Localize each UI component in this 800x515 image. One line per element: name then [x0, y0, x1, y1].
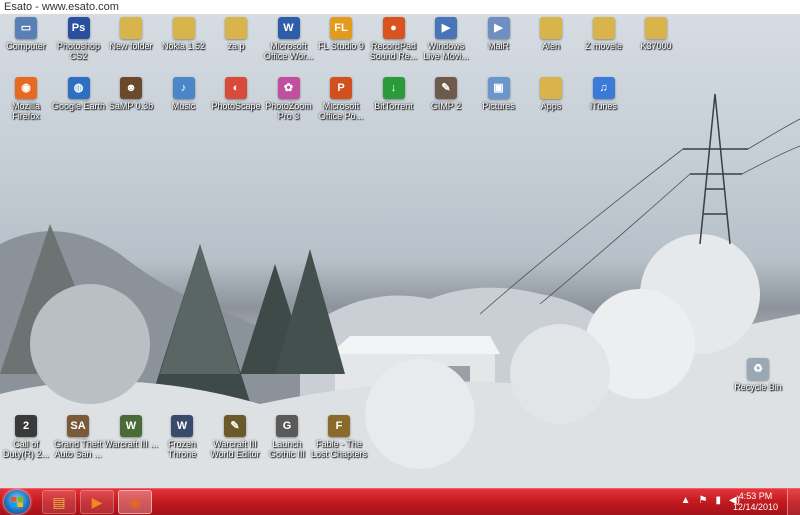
folder-icon: [120, 17, 142, 39]
world-editor-icon: ✎: [224, 415, 246, 437]
photoscape-icon: ◐: [225, 77, 247, 99]
warcraft-icon: W: [120, 415, 142, 437]
desktop-shortcut-label: K37000: [640, 41, 672, 51]
action-center-flag-icon[interactable]: ⚑: [698, 495, 707, 506]
desktop-shortcut-label: iTunes: [590, 101, 617, 111]
samp-icon: ☻: [120, 77, 142, 99]
itunes-icon: ♫: [592, 77, 615, 99]
shortcut-icon: ▶: [487, 17, 510, 39]
powerpoint-icon: P: [330, 77, 352, 99]
site-watermark: Esato - www.esato.com: [0, 0, 800, 14]
gimp-icon: ✎: [435, 77, 457, 99]
windows-logo-icon: [11, 497, 23, 507]
recordpad-icon: ●: [382, 17, 405, 39]
frozen-throne-icon: W: [171, 415, 193, 437]
folder-icon: [225, 17, 247, 39]
folder-shortcut-icon: [172, 17, 195, 39]
desktop-shortcut[interactable]: ♫ iTunes: [573, 77, 635, 111]
photoshop-icon: Ps: [67, 17, 90, 39]
gta-icon: SA: [67, 415, 89, 437]
bittorrent-icon: ↓: [382, 77, 405, 99]
recycle-bin-icon: ♻: [747, 358, 769, 380]
explorer-icon: ▤: [52, 493, 66, 510]
desktop-shortcut[interactable]: ♻ Recycle Bin: [727, 358, 789, 392]
word-icon: W: [277, 17, 300, 39]
photozoom-icon: ✿: [277, 77, 300, 99]
desktop-shortcut[interactable]: F Fable - The Lost Chapters: [308, 415, 370, 459]
google-earth-icon: ◍: [67, 77, 90, 99]
folder-icon: [540, 77, 562, 99]
taskbar-pinned-app[interactable]: ▶: [80, 490, 114, 514]
desktop-shortcut-label: Recycle Bin: [734, 382, 782, 392]
desktop-shortcut-label: Fable - The Lost Chapters: [310, 439, 368, 459]
folder-icon: [592, 17, 615, 39]
fable-icon: F: [328, 415, 350, 437]
taskbar: ▤ ▶ ◉ ▲ ⚑ ▮ ◀) 4:53 PM 12/14/2010: [0, 488, 800, 515]
folder-icon: [645, 17, 667, 39]
show-hidden-icons-icon[interactable]: ▲: [681, 495, 691, 506]
desktop-shortcut[interactable]: K37000: [625, 17, 687, 51]
call-of-duty-icon: 2: [15, 415, 37, 437]
taskbar-pinned-app[interactable]: ◉: [118, 490, 152, 514]
firefox-icon: ◉: [15, 77, 37, 99]
clock-date: 12/14/2010: [732, 502, 778, 512]
start-button[interactable]: [4, 490, 30, 514]
clock-time: 4:53 PM: [738, 491, 773, 501]
network-icon[interactable]: ▮: [715, 495, 721, 506]
gothic-icon: G: [276, 415, 298, 437]
computer-icon: ▭: [15, 17, 37, 39]
music-icon: ♪: [172, 77, 195, 99]
fl-studio-icon: FL: [330, 17, 352, 39]
notification-area: ▲ ⚑ ▮ ◀): [681, 495, 740, 506]
desktop[interactable]: ▭ Computer Ps Photoshop CS2 New folder Nokia …: [0, 14, 800, 488]
folder-icon: [540, 17, 562, 39]
taskbar-clock[interactable]: 4:53 PM 12/14/2010: [733, 491, 778, 513]
firefox-icon: ◉: [128, 493, 142, 510]
movie-maker-icon: ▶: [435, 17, 457, 39]
pictures-icon: ▣: [487, 77, 510, 99]
show-desktop-button[interactable]: [787, 489, 800, 515]
taskbar-pinned-app[interactable]: ▤: [42, 490, 76, 514]
media-player-icon: ▶: [91, 493, 103, 510]
